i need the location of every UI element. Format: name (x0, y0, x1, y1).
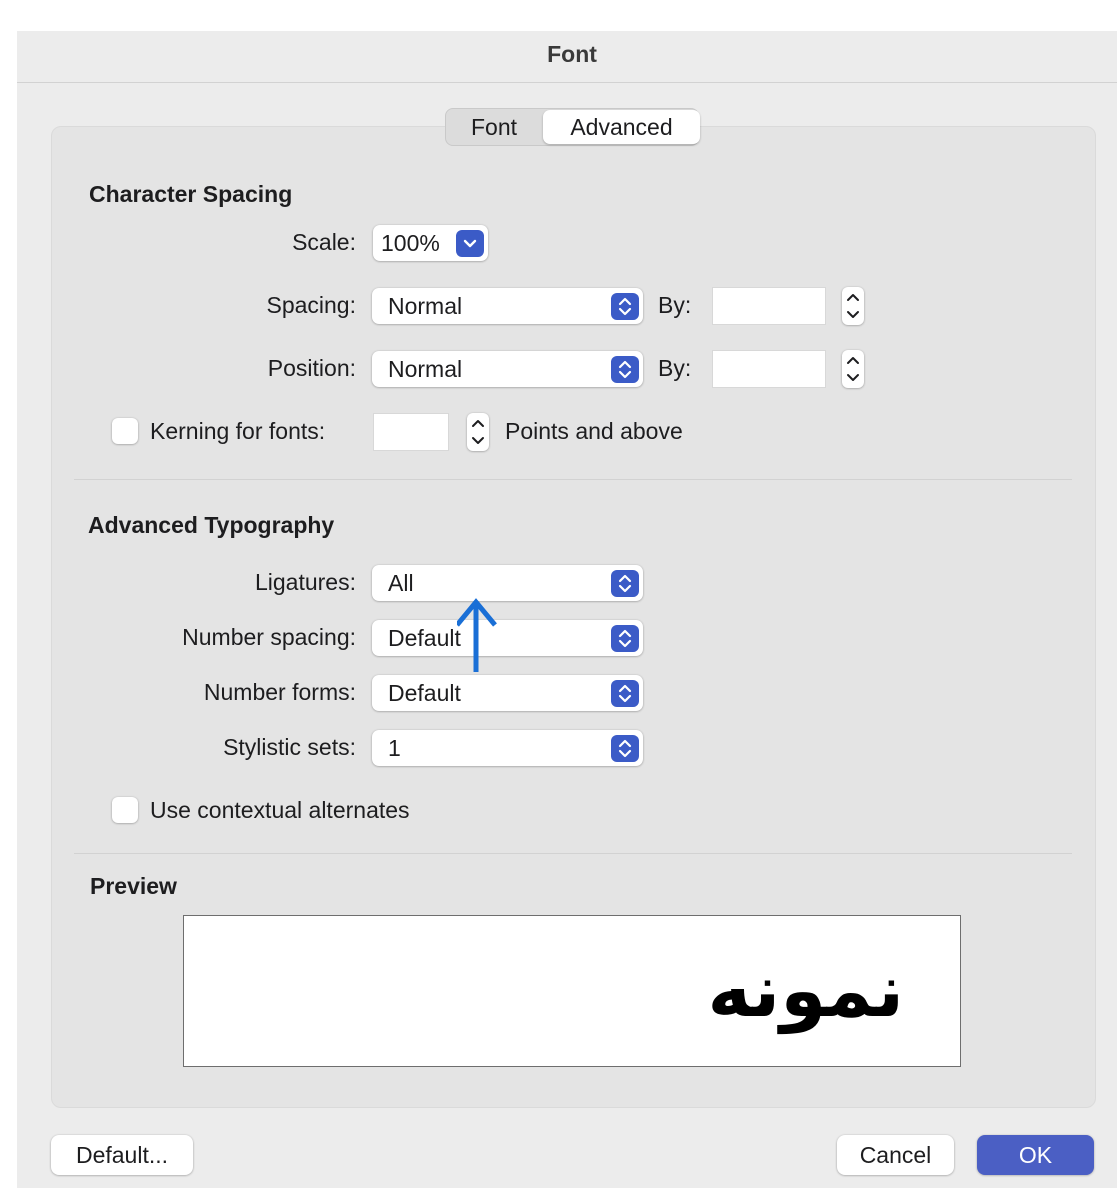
position-by-stepper[interactable] (842, 350, 864, 388)
number-forms-select[interactable]: Default (372, 675, 643, 711)
tab-font[interactable]: Font (446, 109, 542, 145)
kerning-suffix: Points and above (505, 418, 683, 444)
position-by-field[interactable] (712, 350, 826, 388)
tab-advanced[interactable]: Advanced (543, 110, 700, 144)
preview-heading: Preview (90, 873, 177, 899)
stepper-arrows-icon (847, 294, 859, 318)
position-by-label: By: (658, 355, 692, 381)
updown-chevron-icon (611, 570, 639, 597)
position-select[interactable]: Normal (372, 351, 643, 387)
scale-value: 100% (381, 230, 440, 256)
stylistic-sets-label: Stylistic sets: (223, 734, 356, 760)
scale-label: Scale: (292, 229, 356, 255)
number-spacing-label: Number spacing: (182, 624, 356, 650)
kerning-points-field[interactable] (373, 413, 449, 451)
number-forms-value: Default (388, 680, 461, 706)
number-spacing-value: Default (388, 625, 461, 651)
updown-chevron-icon (611, 680, 639, 707)
default-button[interactable]: Default... (51, 1135, 193, 1175)
position-label: Position: (267, 355, 356, 381)
updown-chevron-icon (611, 293, 639, 320)
window-title: Font (547, 41, 597, 67)
spacing-label: Spacing: (266, 292, 356, 318)
stepper-arrows-icon (472, 420, 484, 444)
number-forms-label: Number forms: (203, 679, 356, 705)
spacing-by-label: By: (658, 292, 692, 318)
ligatures-value: All (388, 570, 414, 596)
contextual-alternates-label: Use contextual alternates (150, 797, 410, 823)
kerning-stepper[interactable] (467, 413, 489, 451)
advanced-typography-heading: Advanced Typography (88, 512, 335, 538)
spacing-by-field[interactable] (712, 287, 826, 325)
spacing-select[interactable]: Normal (372, 288, 643, 324)
tab-bar: Font Advanced (445, 108, 700, 146)
stylistic-sets-value: 1 (388, 735, 401, 761)
separator (74, 853, 1072, 854)
ligatures-label: Ligatures: (254, 569, 356, 595)
cancel-button[interactable]: Cancel (837, 1135, 954, 1175)
kerning-label: Kerning for fonts: (150, 418, 326, 444)
preview-box: نمونه (183, 915, 961, 1067)
character-spacing-heading: Character Spacing (89, 181, 293, 207)
updown-chevron-icon (611, 735, 639, 762)
preview-sample-text: نمونه (707, 948, 904, 1034)
up-arrow-icon (457, 598, 497, 672)
scale-combobox[interactable]: 100% (373, 225, 488, 261)
title-bar: Font (17, 31, 1117, 83)
position-value: Normal (388, 356, 463, 382)
updown-chevron-icon (611, 356, 639, 383)
ok-button[interactable]: OK (977, 1135, 1094, 1175)
spacing-by-stepper[interactable] (842, 287, 864, 325)
kerning-checkbox[interactable] (112, 418, 138, 444)
stylistic-sets-select[interactable]: 1 (372, 730, 643, 766)
spacing-value: Normal (388, 293, 463, 319)
stepper-arrows-icon (847, 357, 859, 381)
contextual-alternates-checkbox[interactable] (112, 797, 138, 823)
font-dialog: Font Font Advanced Character Spacing Sca… (17, 31, 1117, 1188)
separator (74, 479, 1072, 480)
chevron-down-icon[interactable] (456, 230, 484, 257)
updown-chevron-icon (611, 625, 639, 652)
